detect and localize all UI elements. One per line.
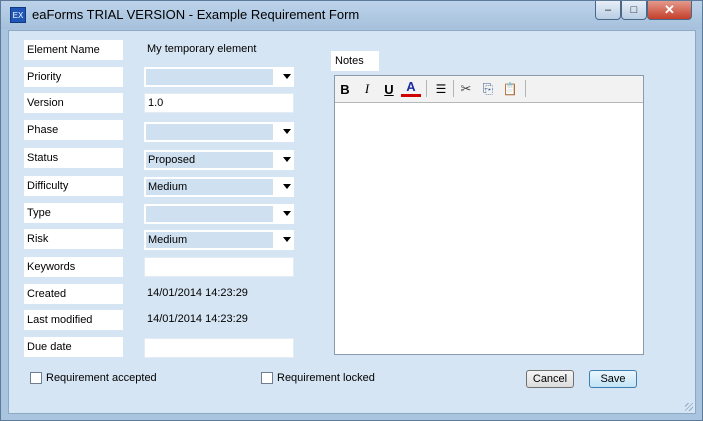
version-label: Version bbox=[24, 93, 123, 113]
title-bar[interactable]: EX eaForms TRIAL VERSION - Example Requi… bbox=[1, 1, 702, 29]
created-value: 14/01/2014 14:23:29 bbox=[147, 287, 248, 299]
bullet-list-icon[interactable]: ☰ bbox=[431, 79, 451, 99]
save-button[interactable]: Save bbox=[589, 370, 637, 388]
minimize-button[interactable]: – bbox=[595, 1, 621, 20]
chevron-down-icon[interactable] bbox=[283, 74, 291, 79]
type-dropdown[interactable] bbox=[144, 204, 294, 224]
toolbar-separator bbox=[525, 80, 526, 97]
requirement-locked-checkbox[interactable] bbox=[261, 372, 273, 384]
priority-dropdown[interactable] bbox=[144, 67, 294, 87]
form-window: EX eaForms TRIAL VERSION - Example Requi… bbox=[0, 0, 703, 421]
type-label: Type bbox=[24, 203, 123, 223]
underline-button[interactable]: U bbox=[379, 79, 399, 99]
difficulty-value: Medium bbox=[146, 179, 273, 195]
close-button[interactable]: ✕ bbox=[647, 1, 692, 20]
notes-text-area[interactable] bbox=[339, 106, 639, 350]
status-label: Status bbox=[24, 148, 123, 168]
created-label: Created bbox=[24, 284, 123, 304]
element-name-label: Element Name bbox=[24, 40, 123, 60]
type-value bbox=[146, 206, 273, 222]
difficulty-dropdown[interactable]: Medium bbox=[144, 177, 294, 197]
last-modified-value: 14/01/2014 14:23:29 bbox=[147, 313, 248, 325]
bold-button[interactable]: B bbox=[335, 79, 355, 99]
priority-value bbox=[146, 69, 273, 85]
chevron-down-icon[interactable] bbox=[283, 184, 291, 189]
keywords-input[interactable] bbox=[144, 257, 294, 277]
due-date-label: Due date bbox=[24, 337, 123, 357]
window-title: eaForms TRIAL VERSION - Example Requirem… bbox=[32, 7, 360, 22]
phase-value bbox=[146, 124, 273, 140]
element-name-value: My temporary element bbox=[147, 43, 257, 55]
font-color-button[interactable]: A bbox=[401, 79, 421, 97]
chevron-down-icon[interactable] bbox=[283, 129, 291, 134]
keywords-label: Keywords bbox=[24, 257, 123, 277]
status-dropdown[interactable]: Proposed bbox=[144, 150, 294, 170]
chevron-down-icon[interactable] bbox=[283, 211, 291, 216]
requirement-locked-label: Requirement locked bbox=[277, 372, 375, 384]
resize-grip[interactable] bbox=[685, 403, 693, 411]
app-icon: EX bbox=[10, 7, 26, 23]
phase-label: Phase bbox=[24, 120, 123, 140]
toolbar-separator bbox=[426, 80, 427, 97]
version-input[interactable]: 1.0 bbox=[144, 93, 294, 113]
requirement-accepted-label: Requirement accepted bbox=[46, 372, 157, 384]
difficulty-label: Difficulty bbox=[24, 176, 123, 196]
requirement-accepted-checkbox[interactable] bbox=[30, 372, 42, 384]
due-date-input[interactable] bbox=[144, 338, 294, 358]
chevron-down-icon[interactable] bbox=[283, 157, 291, 162]
priority-label: Priority bbox=[24, 67, 123, 87]
italic-button[interactable]: I bbox=[357, 79, 377, 99]
cancel-button[interactable]: Cancel bbox=[526, 370, 574, 388]
form-body: Element Name My temporary element Priori… bbox=[8, 30, 696, 414]
risk-label: Risk bbox=[24, 229, 123, 249]
notes-label: Notes bbox=[331, 51, 379, 71]
status-value: Proposed bbox=[146, 152, 273, 168]
notes-editor[interactable]: B I U A ☰ ✂ ⎘ 📋 bbox=[334, 75, 644, 355]
maximize-button[interactable]: □ bbox=[621, 1, 647, 20]
phase-dropdown[interactable] bbox=[144, 122, 294, 142]
risk-value: Medium bbox=[146, 232, 273, 248]
risk-dropdown[interactable]: Medium bbox=[144, 230, 294, 250]
chevron-down-icon[interactable] bbox=[283, 237, 291, 242]
copy-icon[interactable]: ⎘ bbox=[478, 79, 498, 99]
last-modified-label: Last modified bbox=[24, 310, 123, 330]
toolbar-separator bbox=[453, 80, 454, 97]
paste-icon[interactable]: 📋 bbox=[500, 79, 520, 99]
notes-toolbar: B I U A ☰ ✂ ⎘ 📋 bbox=[335, 76, 643, 103]
cut-icon[interactable]: ✂ bbox=[456, 79, 476, 99]
